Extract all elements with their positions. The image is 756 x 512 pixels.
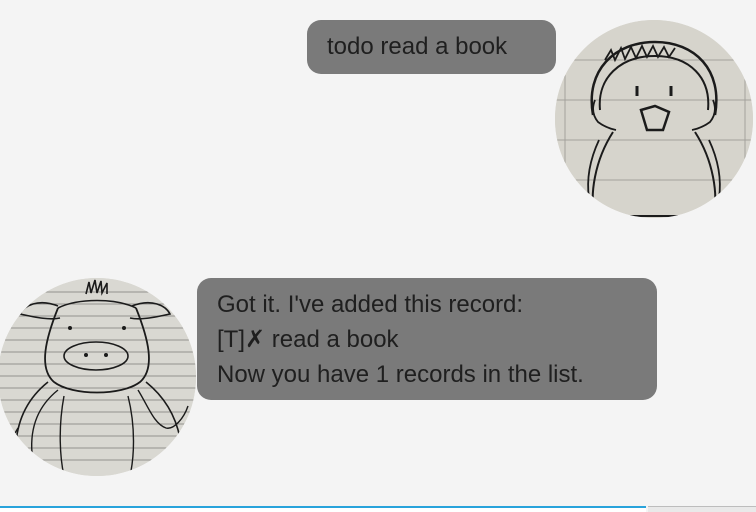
bot-message-bubble: Got it. I've added this record: [T]✗ rea… xyxy=(197,278,657,400)
penguin-sketch-icon xyxy=(555,20,753,218)
user-message-bubble: todo read a book xyxy=(307,20,556,74)
send-button[interactable] xyxy=(648,506,756,512)
pig-sketch-icon xyxy=(0,278,196,476)
user-input-field[interactable] xyxy=(0,506,646,512)
bot-message-line-2: [T]✗ read a book xyxy=(217,322,657,357)
user-message-text: todo read a book xyxy=(327,33,508,60)
user-avatar xyxy=(555,20,753,218)
input-area xyxy=(0,506,756,512)
task-type-tag: [T] xyxy=(217,326,245,353)
task-description: read a book xyxy=(265,326,399,353)
task-status-mark: ✗ xyxy=(245,326,266,353)
bot-avatar xyxy=(0,278,196,476)
dialog-container: todo read a book Got it. I've added this… xyxy=(0,0,756,512)
bot-message-line-3: Now you have 1 records in the list. xyxy=(217,361,584,388)
bot-message-line-1: Got it. I've added this record: xyxy=(217,291,524,318)
